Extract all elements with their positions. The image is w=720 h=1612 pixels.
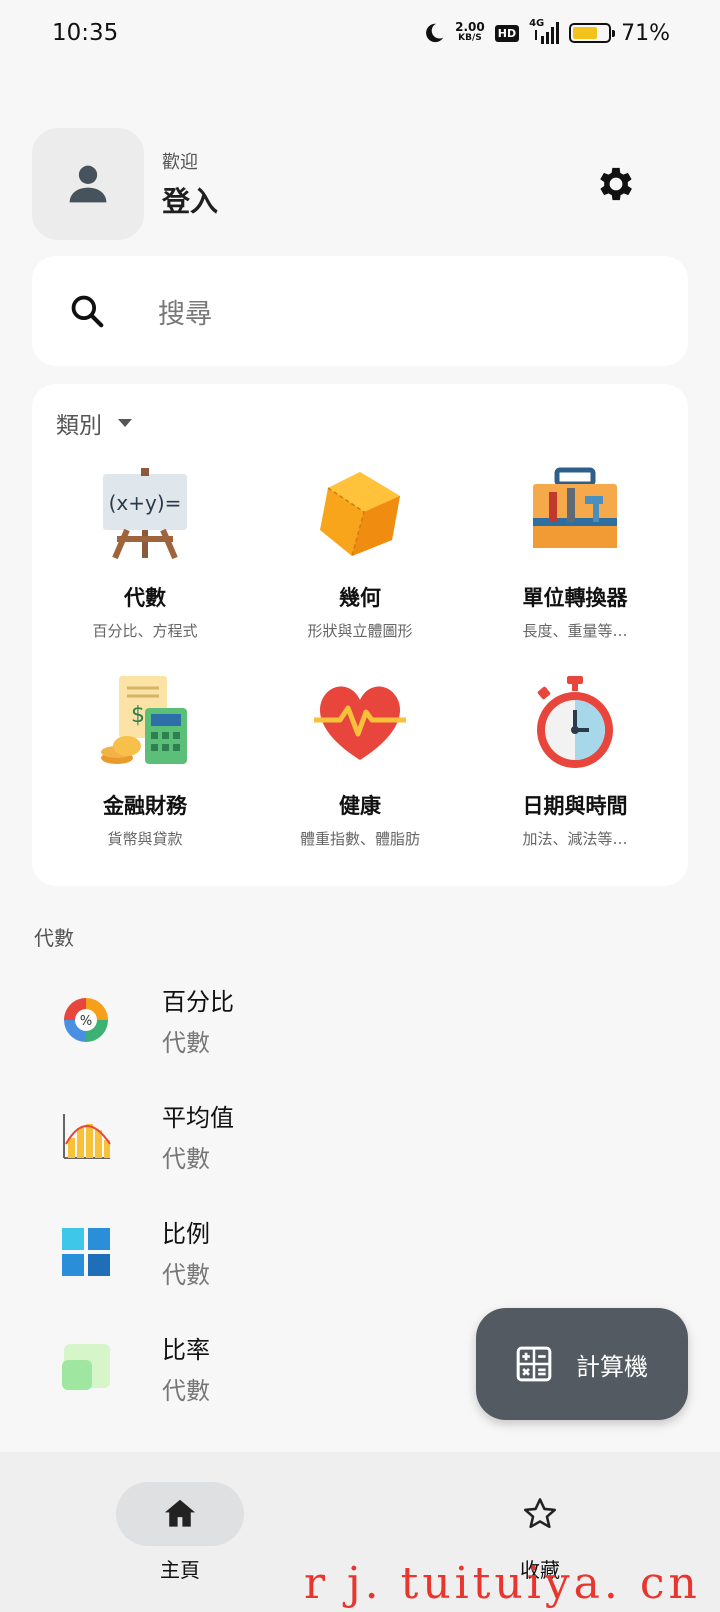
average-chart-icon [63,1114,111,1159]
category-title: 日期與時間 [522,794,628,818]
category-title: 健康 [339,794,381,818]
nav-home[interactable]: 主頁 [115,1482,245,1583]
search-icon [71,295,104,328]
network-type: 4G [529,18,545,29]
stopwatch-icon [537,676,613,768]
list-item-percentage[interactable]: % 百分比 代數 [60,980,460,1060]
nav-home-pill[interactable] [116,1482,244,1546]
category-subtitle: 體重指數、體脂肪 [299,830,420,848]
profile-header: 歡迎 登入 [32,128,688,240]
categories-toggle[interactable]: 類別 [56,406,132,440]
status-bar: 10:35 2.00 KB/S HD 4G 71% [0,0,720,66]
heart-pulse-icon [314,686,406,760]
caret-down-icon [118,419,132,427]
avatar[interactable] [32,128,144,240]
signal-icon: 4G [529,18,560,44]
list-item-subtitle: 代數 [162,1261,210,1289]
watermark-text: r j. tuituiya. cn [304,1558,701,1609]
svg-text:%: % [80,1014,92,1029]
section-title: 代數 [34,926,74,950]
geometry-cube-icon [320,472,400,557]
search-placeholder: 搜尋 [158,298,212,330]
category-unit-converter[interactable]: 單位轉換器 長度、重量等… [466,466,684,641]
categories-card: 類別 (x+y)= 代數 百分比、方程式 幾何 形狀與立體圖形 單位轉換器 長度… [32,384,688,886]
net-speed-value: 2.00 [455,20,485,34]
category-title: 金融財務 [103,794,187,818]
search-input[interactable]: 搜尋 [32,256,688,366]
category-subtitle: 形狀與立體圖形 [307,622,413,640]
list-item-text: 平均值 代數 [162,1098,234,1174]
gear-icon[interactable] [594,162,638,206]
list-item-title: 百分比 [162,988,234,1016]
nav-home-label: 主頁 [160,1558,200,1582]
calculator-label: 計算機 [576,1352,648,1381]
welcome-label: 歡迎 [162,152,198,173]
battery-fill [573,27,598,39]
status-icons: 2.00 KB/S HD 4G 71% [423,18,670,46]
categories-title: 類別 [56,413,102,439]
battery-percent: 71% [621,20,670,46]
category-geometry[interactable]: 幾何 形狀與立體圖形 [251,466,469,641]
net-speed-unit: KB/S [458,33,482,43]
list-item-title: 比率 [162,1336,210,1364]
list-item-subtitle: 代數 [162,1029,210,1057]
toolbox-icon [533,467,617,548]
category-title: 代數 [124,586,166,610]
status-time: 10:35 [52,20,119,46]
list-item-text: 比例 代數 [162,1214,210,1290]
category-date-time[interactable]: 日期與時間 加法、減法等… [466,674,684,849]
list-item-proportion[interactable]: 比例 代數 [60,1212,460,1292]
star-icon [524,1498,556,1529]
category-subtitle: 加法、減法等… [522,830,628,848]
login-link[interactable]: 登入 [162,180,218,220]
list-item-ratio[interactable]: 比率 代數 [60,1328,460,1408]
list-item-average[interactable]: 平均值 代數 [60,1096,460,1176]
nav-favorites-pill[interactable] [476,1482,604,1546]
list-item-text: 百分比 代數 [162,982,234,1058]
calculator-fab[interactable]: 計算機 [476,1308,688,1420]
list-item-subtitle: 代數 [162,1145,210,1173]
moon-icon [426,23,444,43]
profile-text[interactable]: 歡迎 登入 [162,148,218,220]
svg-text:(x+y)=: (x+y)= [109,491,182,515]
person-icon [69,165,107,203]
list-item-text: 比率 代數 [162,1330,210,1406]
net-speed: 2.00 KB/S [455,20,485,44]
category-health[interactable]: 健康 體重指數、體脂肪 [251,674,469,849]
calculator-icon [516,1346,552,1382]
svg-text:$: $ [131,703,145,728]
category-finance[interactable]: $ 金融財務 貨幣與貸款 [36,674,254,849]
category-algebra[interactable]: (x+y)= 代數 百分比、方程式 [36,466,254,641]
ratio-icon [62,1344,110,1390]
list-item-title: 平均值 [162,1104,234,1132]
category-subtitle: 長度、重量等… [522,622,628,640]
hd-badge: HD [494,24,520,42]
percent-icon: % [64,998,108,1042]
home-icon [164,1499,196,1527]
category-subtitle: 百分比、方程式 [92,622,198,640]
algebra-easel-icon: (x+y)= [103,468,187,560]
category-title: 單位轉換器 [522,586,628,610]
proportion-icon [62,1228,110,1276]
battery-icon [569,23,616,43]
category-title: 幾何 [339,586,381,610]
finance-calculator-icon: $ [101,676,187,764]
category-subtitle: 貨幣與貸款 [107,830,183,848]
list-item-subtitle: 代數 [162,1377,210,1405]
list-item-title: 比例 [162,1220,210,1248]
